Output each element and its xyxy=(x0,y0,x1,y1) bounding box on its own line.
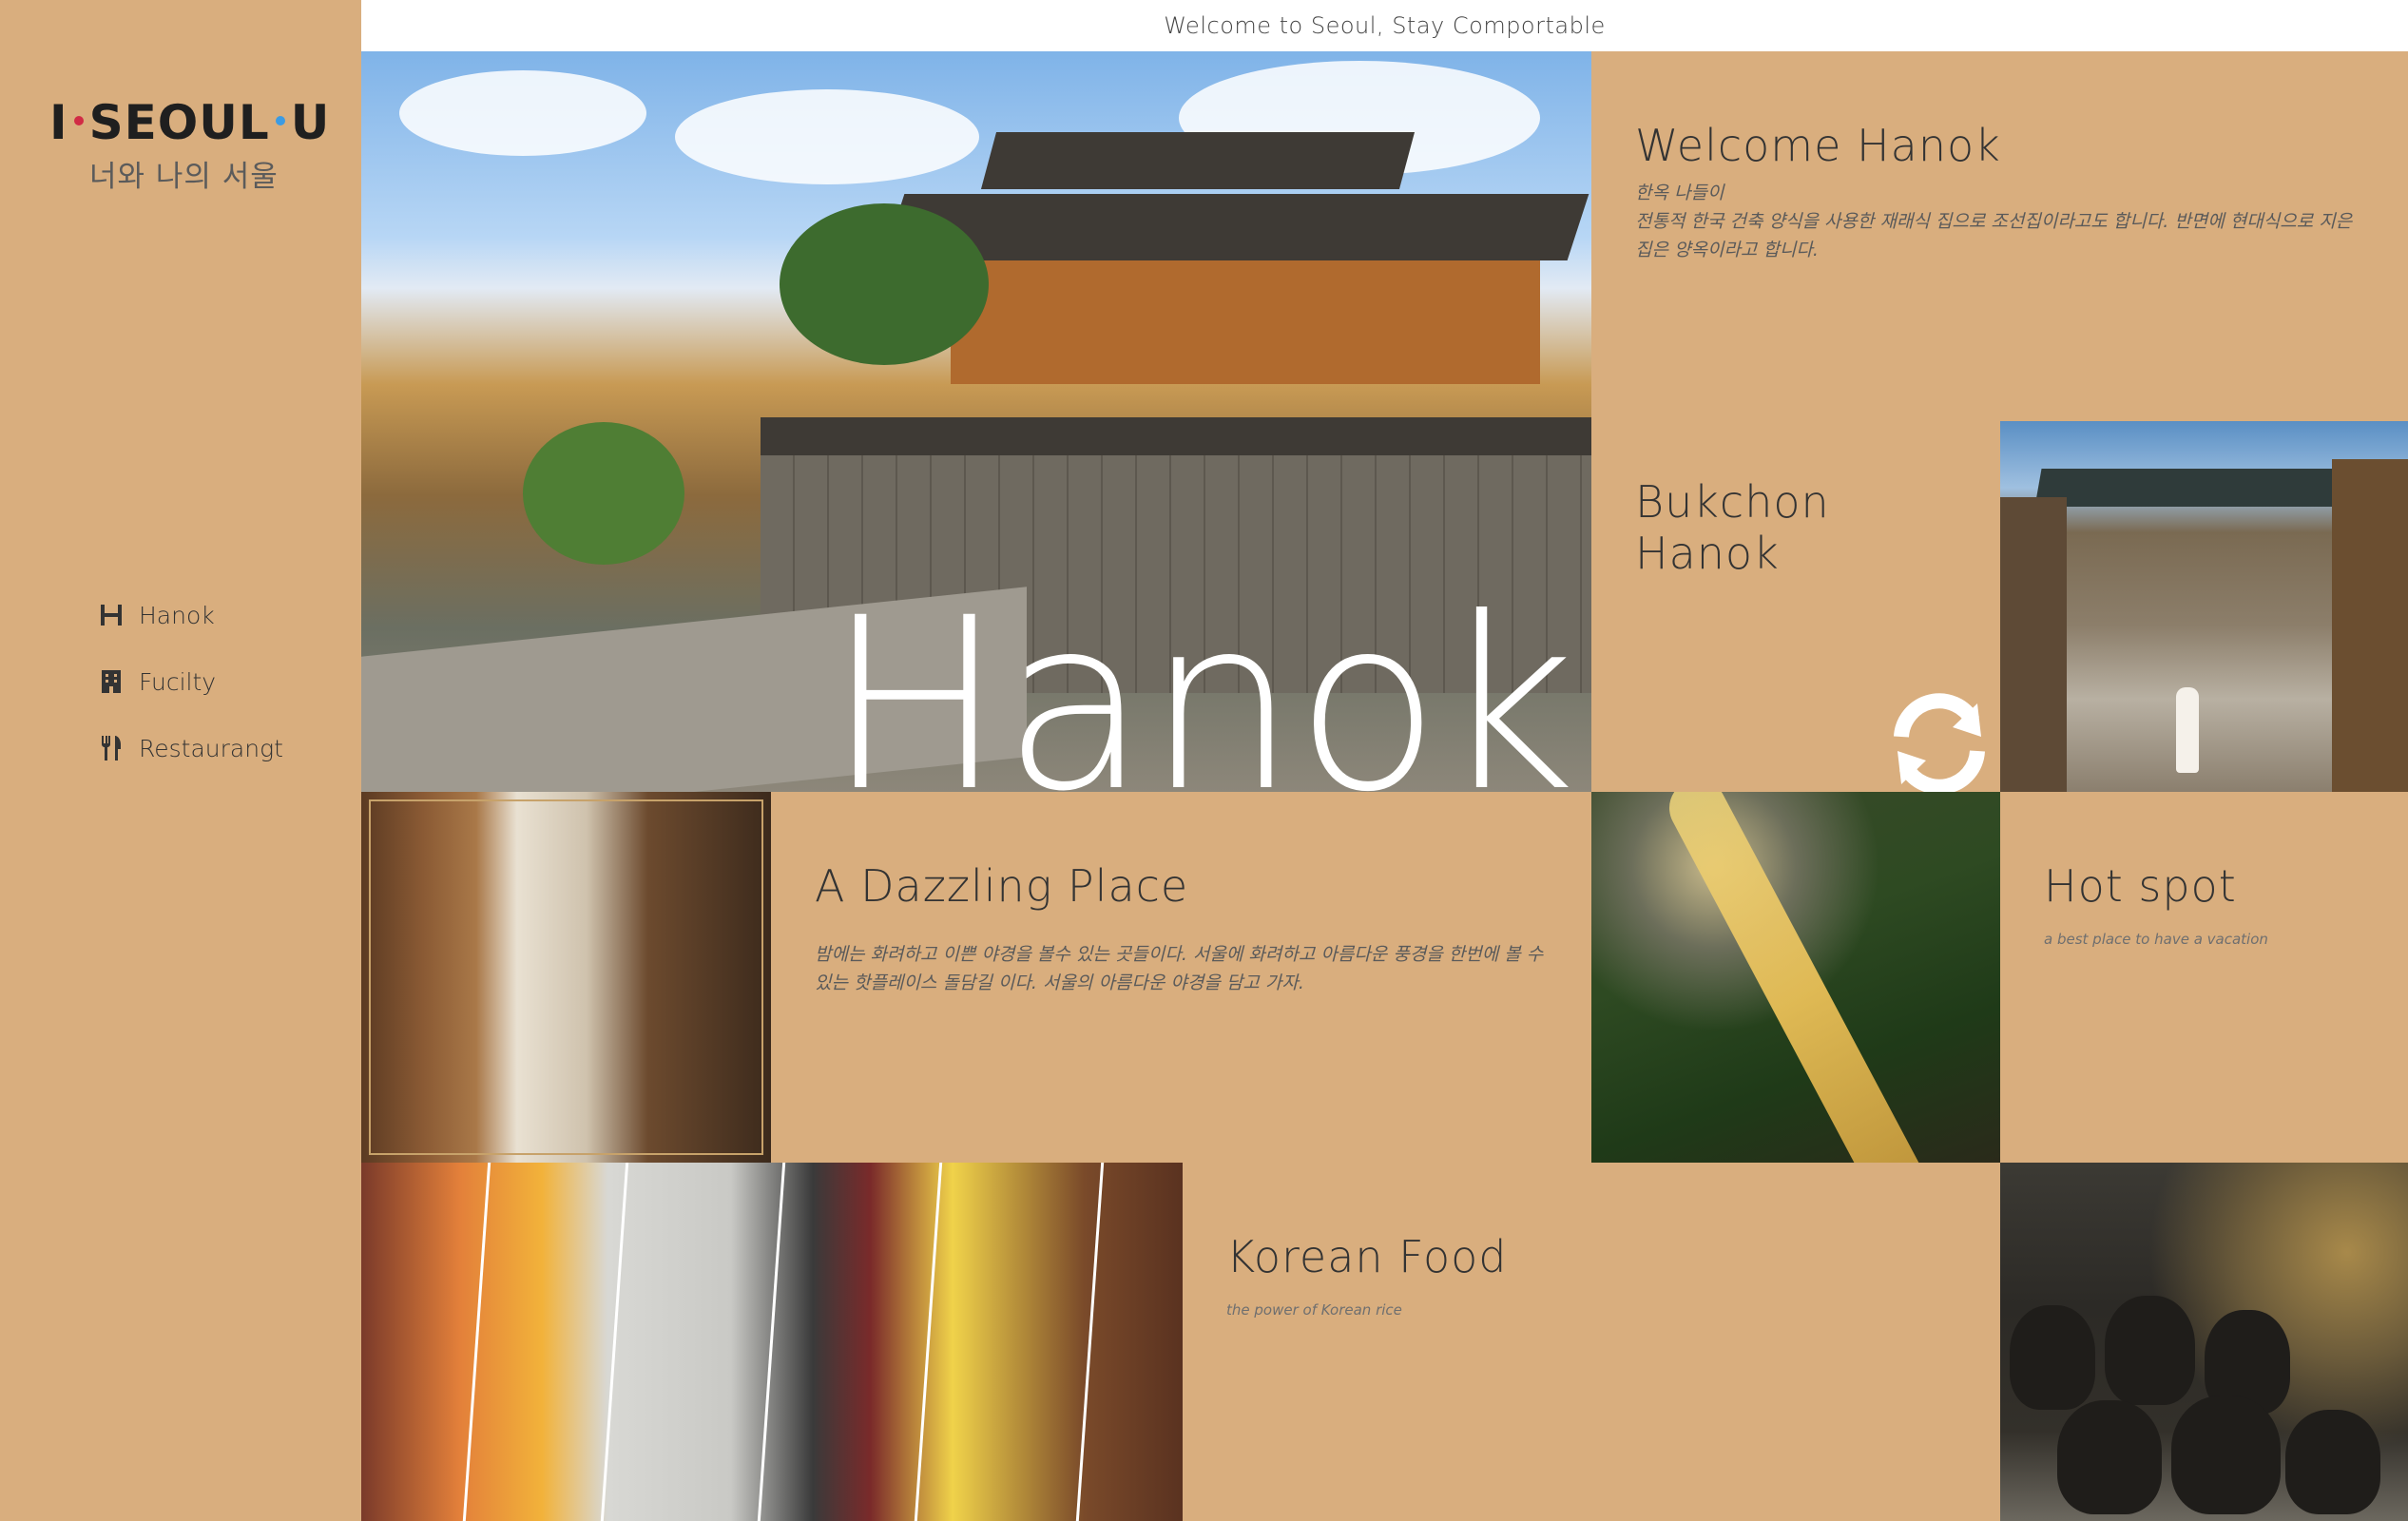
dazzling-title: A Dazzling Place xyxy=(815,860,1189,912)
sidebar-item-label: Hanok xyxy=(139,601,215,629)
night-wall-image[interactable] xyxy=(1591,792,2000,1163)
jar xyxy=(2171,1396,2281,1514)
top-banner: Welcome to Seoul, Stay Comportable xyxy=(361,0,2408,51)
hero-hanok-image[interactable]: Hanok xyxy=(361,51,1591,792)
wall-roof xyxy=(761,417,1591,455)
jar xyxy=(2105,1296,2195,1405)
logo-blue-dot xyxy=(275,116,285,125)
food-caption: the power of Korean rice xyxy=(1226,1301,1402,1319)
logo-subtitle: 너와 나의 서울 xyxy=(89,160,279,194)
hanok-roof xyxy=(980,132,1416,189)
person xyxy=(2176,687,2199,773)
cloud xyxy=(675,89,979,184)
roof xyxy=(2034,469,2375,507)
sidebar-item-facility[interactable]: Fucilty xyxy=(95,648,283,715)
ornamental-frame xyxy=(369,799,763,1155)
hotspot-panel: Hot spot a best place to have a vacation xyxy=(2000,792,2408,1163)
refresh-icon[interactable] xyxy=(1882,684,1996,799)
divider xyxy=(914,1163,943,1521)
dazzling-body: 밤에는 화려하고 이쁜 야경을 볼수 있는 곳들이다. 서울에 화려하고 아름다… xyxy=(815,944,1544,993)
cloud xyxy=(399,70,646,156)
divider xyxy=(462,1163,491,1521)
hotspot-title: Hot spot xyxy=(2044,860,2237,912)
welcome-hanok-panel: Welcome Hanok 한옥 나들이 전통적 한국 건축 양식을 사용한 재… xyxy=(1591,51,2408,421)
hanok-interior-image[interactable] xyxy=(361,792,771,1163)
divider xyxy=(1075,1163,1105,1521)
bukchon-hanok-image[interactable] xyxy=(2000,421,2408,792)
jar xyxy=(2010,1305,2095,1410)
hero-title: Hanok xyxy=(825,567,1576,793)
dazzling-place-panel: A Dazzling Place 밤에는 화려하고 이쁜 야경을 볼수 있는 곳… xyxy=(771,792,1591,1163)
seoul-logo[interactable]: I SEOUL U 너와 나의 서울 xyxy=(49,95,329,200)
bukchon-title: Bukchon Hanok xyxy=(1635,476,1830,579)
welcome-subtitle: 한옥 나들이 xyxy=(1635,183,1724,203)
divider xyxy=(757,1163,786,1521)
hotspot-caption: a best place to have a vacation xyxy=(2044,931,2268,948)
welcome-body: 전통적 한국 건축 양식을 사용한 재래식 집으로 조선집이라고도 합니다. 반… xyxy=(1635,211,2353,260)
h-icon xyxy=(95,599,127,631)
korean-food-image[interactable] xyxy=(361,1163,1183,1521)
pine-tree xyxy=(780,203,989,365)
sidebar-nav: Hanok Fucilty Restaurangt xyxy=(95,582,283,781)
food-title: Korean Food xyxy=(1226,1231,1508,1282)
sidebar-item-label: Fucilty xyxy=(139,667,217,696)
welcome-tagline: Welcome to Seoul, Stay Comportable xyxy=(1164,12,1606,39)
divider xyxy=(600,1163,629,1521)
left-house xyxy=(2000,497,2067,792)
korean-food-panel: Korean Food the power of Korean rice xyxy=(1183,1163,2000,1521)
utensils-icon xyxy=(95,732,127,764)
logo-wordmark: I SEOUL U xyxy=(49,95,331,150)
hanok-eaves xyxy=(951,260,1540,384)
sidebar-item-restaurant[interactable]: Restaurangt xyxy=(95,715,283,781)
jar xyxy=(2057,1400,2162,1514)
logo-red-dot xyxy=(73,116,84,125)
sidebar-item-label: Restaurangt xyxy=(139,734,283,762)
building-icon xyxy=(95,665,127,698)
right-house xyxy=(2332,459,2408,792)
fortress-wall xyxy=(1659,792,1942,1163)
welcome-title: Welcome Hanok xyxy=(1635,120,2001,171)
sidebar: I SEOUL U 너와 나의 서울 Hanok Fucilty Restauran… xyxy=(0,0,361,1521)
jar xyxy=(2285,1410,2380,1514)
onggi-jars-image[interactable] xyxy=(2000,1163,2408,1521)
sidebar-item-hanok[interactable]: Hanok xyxy=(95,582,283,648)
hanok-roof xyxy=(882,194,1589,260)
tree xyxy=(523,422,684,565)
